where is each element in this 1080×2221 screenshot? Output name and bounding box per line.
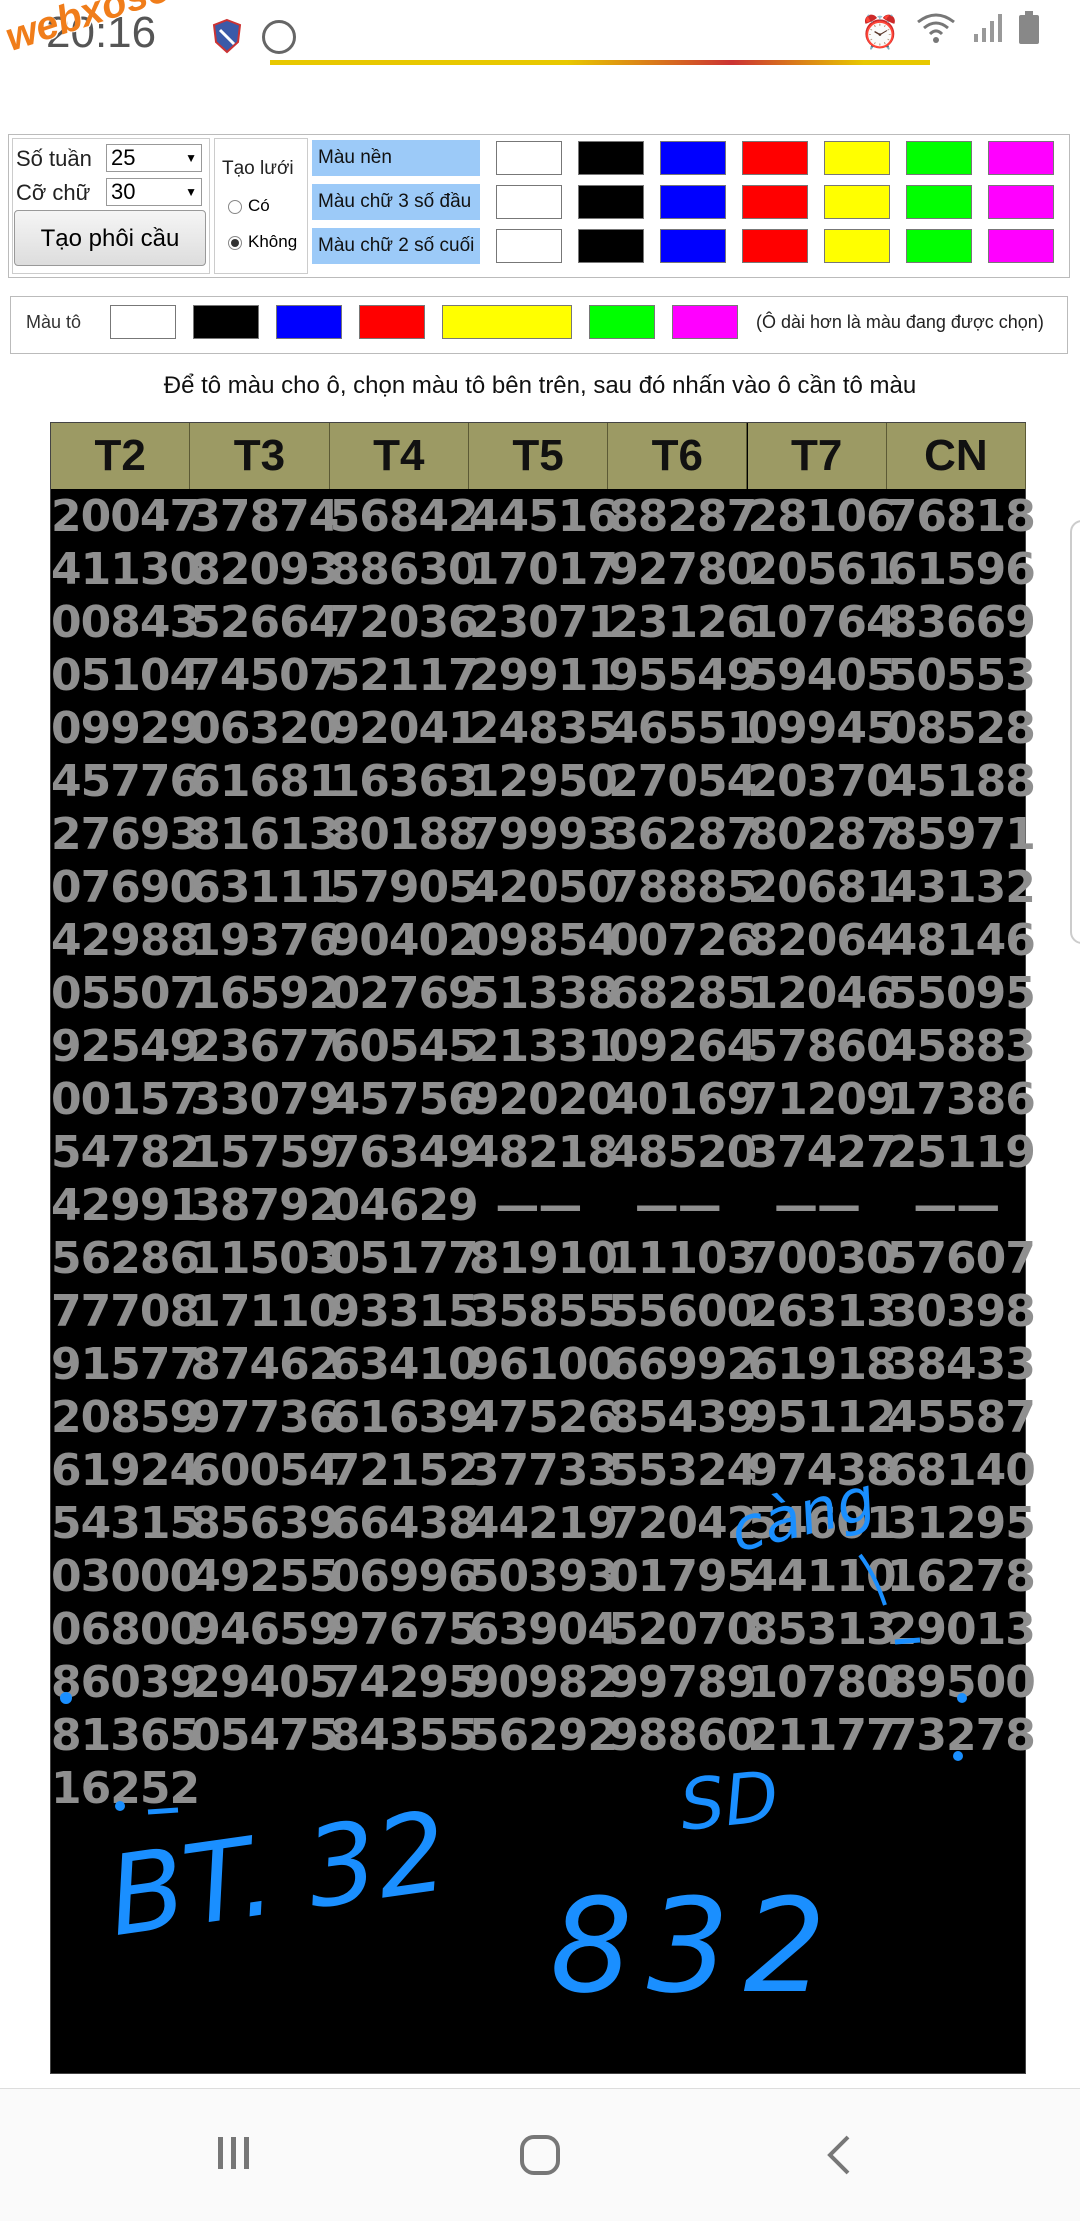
home-icon[interactable]	[516, 2131, 564, 2190]
side-scroll-tab[interactable]	[1070, 520, 1080, 944]
navigation-bar	[0, 2088, 1080, 2221]
back-icon[interactable]	[820, 2131, 860, 2190]
handwriting-marks	[60, 1553, 967, 1815]
recent-apps-icon[interactable]	[212, 2131, 256, 2186]
